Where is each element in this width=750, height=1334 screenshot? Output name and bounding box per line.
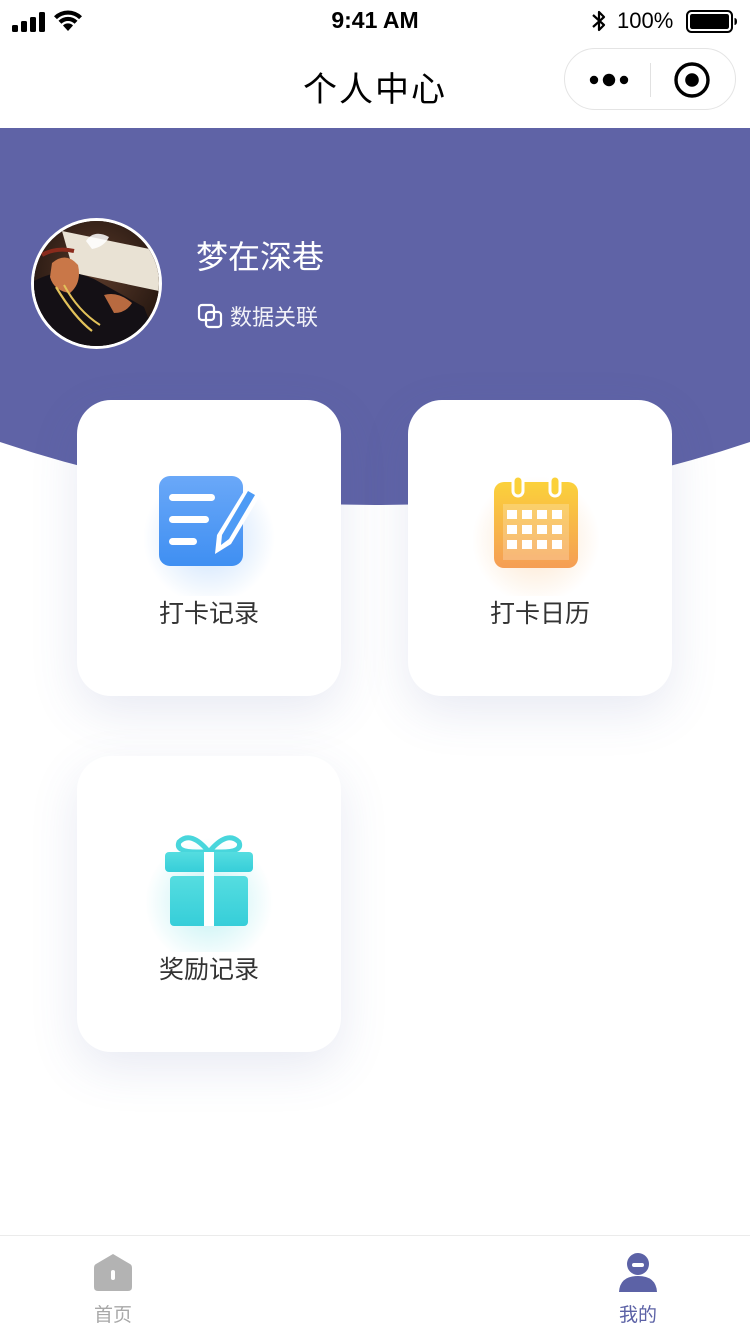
avatar-image: [34, 221, 159, 346]
card-label: 打卡日历: [489, 599, 590, 628]
calendar-icon: [472, 474, 600, 596]
home-icon: [94, 1254, 132, 1291]
capsule-divider: [650, 63, 651, 97]
avatar[interactable]: [31, 218, 162, 349]
card-reward-records[interactable]: 奖励记录: [77, 756, 341, 1052]
tab-home[interactable]: 首页: [53, 1236, 173, 1334]
navigation-bar: 个人中心: [0, 44, 750, 128]
username: 梦在深巷: [196, 238, 325, 276]
tab-bar: 首页 我的: [0, 1235, 750, 1334]
mini-program-capsule: [564, 48, 736, 110]
data-link-button[interactable]: 数据关联: [196, 300, 318, 332]
status-bar: 9:41 AM 100%: [0, 0, 750, 44]
tab-label: 首页: [93, 1304, 132, 1326]
bluetooth-icon: [592, 10, 606, 32]
copy-link-icon: [197, 303, 223, 329]
tab-mine[interactable]: 我的: [578, 1236, 698, 1334]
more-dots-icon[interactable]: [587, 66, 631, 94]
card-label: 打卡记录: [158, 599, 259, 628]
card-label: 奖励记录: [158, 955, 259, 984]
tab-label: 我的: [618, 1304, 657, 1326]
data-link-label: 数据关联: [230, 306, 319, 331]
target-circle-icon[interactable]: [673, 61, 711, 99]
user-icon: [619, 1253, 657, 1292]
battery-percentage: 100%: [617, 8, 674, 33]
card-checkin-records[interactable]: 打卡记录: [77, 400, 341, 696]
gift-icon: [145, 835, 273, 952]
notepad-edit-icon: [143, 472, 275, 596]
card-checkin-calendar[interactable]: 打卡日历: [408, 400, 672, 696]
battery-icon: [686, 10, 737, 33]
